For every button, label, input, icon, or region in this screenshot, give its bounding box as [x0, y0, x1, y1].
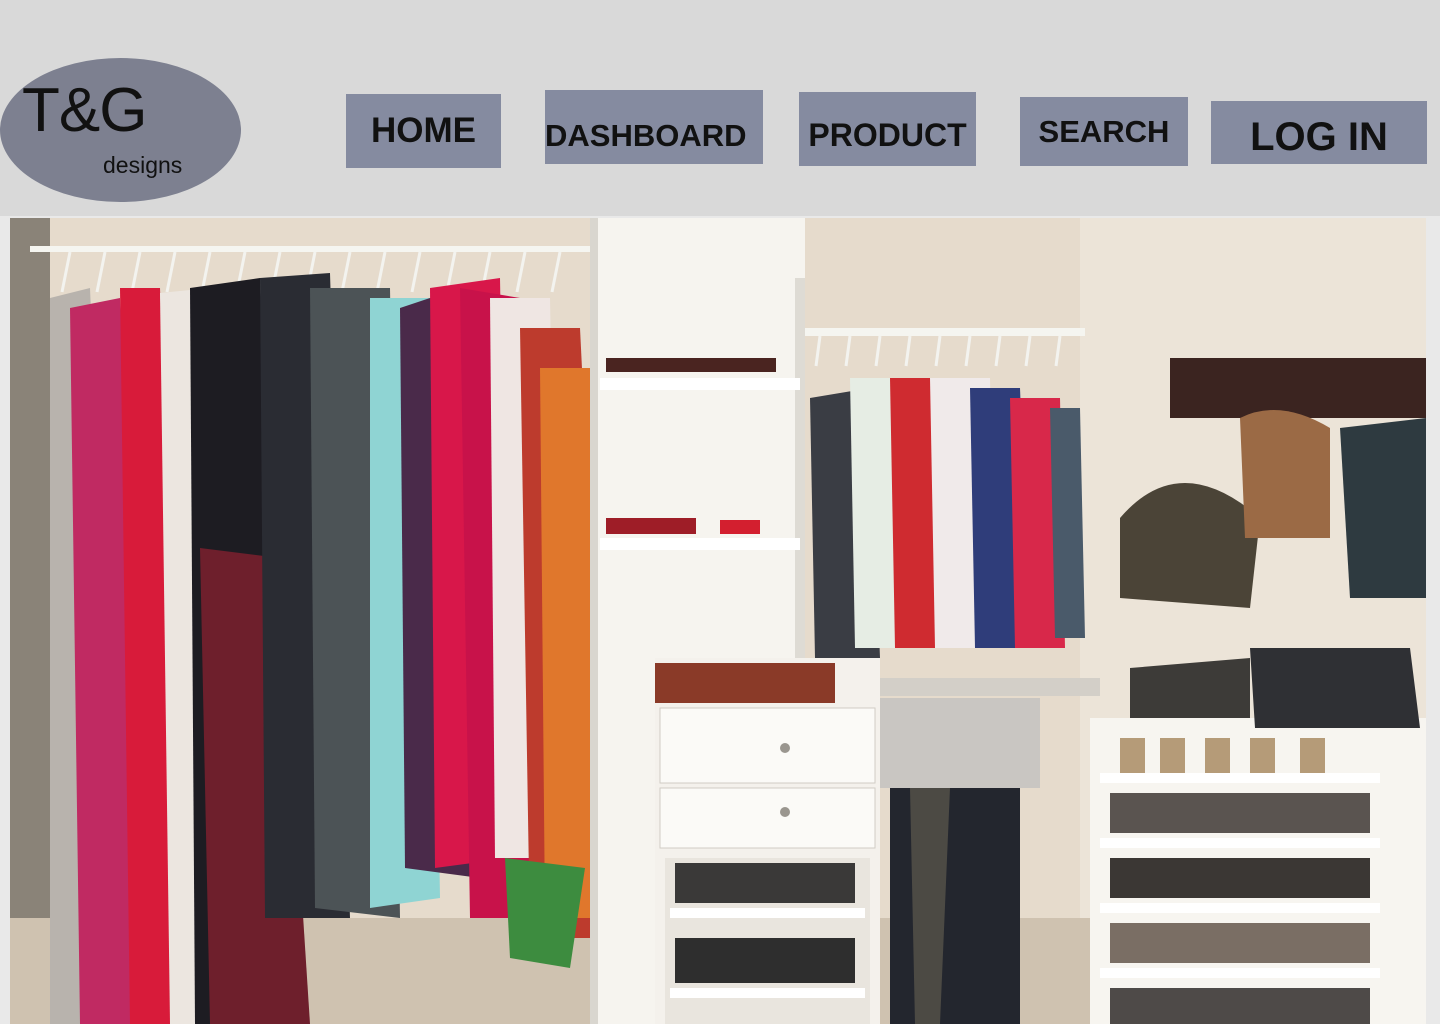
nav-search-button[interactable]: SEARCH — [1020, 97, 1188, 166]
brand-logo-title: T&G — [22, 76, 147, 145]
brand-logo-subtitle: designs — [103, 152, 183, 178]
nav-dashboard-button[interactable]: DASHBOARD — [545, 90, 763, 164]
login-button[interactable]: LOG IN — [1211, 101, 1427, 164]
nav-product-button[interactable]: PRODUCT — [799, 92, 976, 166]
nav-home-button[interactable]: HOME — [346, 94, 501, 168]
header-bar: T&G designs HOME DASHBOARD PRODUCT SEARC… — [0, 0, 1440, 216]
hero-closet-image — [10, 218, 1426, 1024]
